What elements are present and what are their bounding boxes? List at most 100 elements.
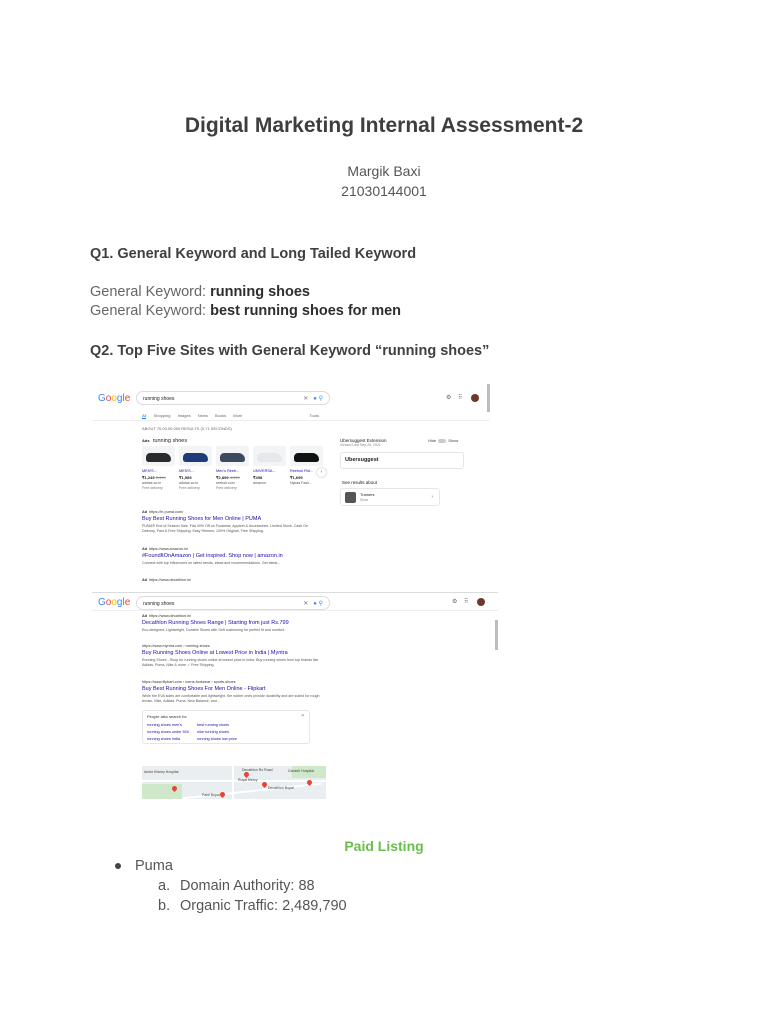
map-label: Paldi Bopal	[202, 793, 220, 797]
scrollbar[interactable]	[495, 620, 498, 650]
tab-tools[interactable]: Tools	[310, 413, 319, 418]
related-search-link[interactable]: running shoes under 500	[147, 730, 189, 734]
bullet-icon	[115, 863, 121, 869]
product-card[interactable]: MEN'S... ₹1,989 adidas.co.in Free delive…	[179, 446, 212, 490]
local-map[interactable]: Ambe Kidney Hospital Royal Mercy Decathl…	[142, 766, 326, 799]
shoe-image	[294, 453, 319, 462]
author-name: Margik Baxi	[347, 163, 421, 179]
general-keyword-value: running shoes	[210, 284, 310, 300]
result-description: Eco-designed, Lightweight, Durable Shoes…	[142, 628, 285, 632]
tab-books[interactable]: Books	[215, 413, 226, 418]
search-result[interactable]: Ad https://www.amazon.in/ #FoundItOnAmazo…	[142, 547, 322, 566]
mic-icon[interactable]: ●	[313, 601, 317, 607]
chevron-right-icon[interactable]: ›	[317, 468, 326, 477]
toggle-switch[interactable]	[438, 438, 447, 443]
top-border	[92, 592, 498, 593]
list-item: b. Organic Traffic: 2,489,790	[90, 896, 347, 916]
settings-icon[interactable]: ⚙	[452, 598, 457, 605]
tab-news[interactable]: News	[198, 413, 208, 418]
trainers-thumbnail	[345, 492, 356, 503]
long-keyword-label: General Keyword:	[90, 303, 207, 319]
shoe-image	[257, 453, 282, 462]
map-label: Royal Mercy	[238, 778, 258, 782]
search-icon[interactable]: ⚲	[319, 601, 323, 607]
google-logo: Google	[98, 597, 131, 608]
product-price: ₹1,249 2,499	[142, 475, 166, 480]
close-icon[interactable]: ✕	[301, 713, 305, 719]
result-title[interactable]: Buy Best Running Shoes for Men Online | …	[142, 516, 322, 522]
product-card[interactable]: Reebok Rid... ₹1,699 Nykaa Fash...	[290, 446, 323, 485]
related-search-link[interactable]: best running shoes	[197, 723, 229, 727]
product-delivery: Free delivery	[216, 486, 237, 490]
product-seller: adidas.co.in	[179, 481, 199, 485]
general-keyword-line: General Keyword: running shoes	[90, 284, 310, 300]
search-icon[interactable]: ⚲	[319, 396, 323, 402]
long-keyword-line: General Keyword: best running shoes for …	[90, 303, 401, 319]
related-search-link[interactable]: running shoes low price	[197, 737, 237, 741]
product-title: MEN'S...	[142, 469, 157, 473]
ads-title: running shoes	[152, 438, 188, 444]
card-name: Trainers	[360, 492, 375, 497]
people-also-search-box: People also search for ✕ running shoes m…	[142, 710, 310, 744]
product-delivery: Free delivery	[179, 486, 200, 490]
search-result[interactable]: https://www.myntra.com › running-shoes B…	[142, 644, 322, 668]
search-tabs: All Shopping Images News Books More Tool…	[142, 413, 325, 419]
list-item: a. Domain Authority: 88	[90, 876, 347, 896]
result-title[interactable]: Buy Running Shoes Online at Lowest Price…	[142, 650, 322, 656]
mic-icon[interactable]: ●	[313, 396, 317, 402]
related-search-link[interactable]: running shoes india	[147, 737, 180, 741]
clear-icon[interactable]: ✕	[303, 601, 308, 607]
result-title[interactable]: #FoundItOnAmazon | Get inspired. Shop no…	[142, 553, 322, 559]
scrollbar[interactable]	[487, 384, 490, 412]
product-title: Men's Reeb...	[216, 469, 240, 473]
product-seller: reebok.com	[216, 481, 235, 485]
search-result[interactable]: Ad https://www.decathlon.in/ Decathlon Ru…	[142, 614, 322, 633]
search-result[interactable]: Ad https://www.decathlon.in/	[142, 578, 191, 582]
product-card[interactable]: MEN'S... ₹1,249 2,499 adidas.co.in Free …	[142, 446, 175, 490]
product-card[interactable]: UNIVERSA... ₹498 amazon	[253, 446, 286, 485]
result-title[interactable]: Buy Best Running Shoes For Men Online - …	[142, 686, 322, 692]
clear-icon[interactable]: ✕	[303, 396, 308, 402]
search-result[interactable]: https://www.flipkart.com › mens-footwear…	[142, 680, 322, 704]
shoe-image	[146, 453, 171, 462]
apps-icon[interactable]: ⠿	[458, 394, 462, 401]
map-label: Ganesh Hospital	[288, 769, 314, 773]
tab-more[interactable]: More	[233, 413, 242, 418]
google-logo: Google	[98, 393, 131, 404]
serp-screenshot-2: Google running shoes ✕ ● ⚲ ⚙ ⠿ Ad https://…	[92, 592, 498, 802]
list-item: Puma	[90, 856, 347, 876]
chevron-right-icon: ›	[431, 494, 433, 500]
general-keyword-label: General Keyword:	[90, 284, 207, 300]
product-card[interactable]: Men's Reeb... ₹2,899 4,999 reebok.com Fr…	[216, 446, 249, 490]
author-block: Margik Baxi 21030144001	[0, 161, 768, 201]
tab-images[interactable]: Images	[178, 413, 191, 418]
q2-heading: Q2. Top Five Sites with General Keyword …	[90, 343, 490, 359]
tabs-divider	[92, 420, 490, 421]
result-title[interactable]: Decathlon Running Shoes Range | Starting…	[142, 620, 322, 626]
settings-icon[interactable]: ⚙	[446, 394, 451, 401]
search-bar[interactable]: running shoes ✕ ● ⚲	[136, 596, 330, 610]
apps-icon[interactable]: ⠿	[464, 598, 468, 605]
search-result[interactable]: Ad https://in.puma.com/ Buy Best Running …	[142, 510, 322, 534]
site-name: Puma	[135, 858, 173, 874]
knowledge-card[interactable]: Trainers Shoe ›	[340, 488, 440, 506]
side-panel-toggle[interactable]: Hide Show	[428, 438, 458, 443]
related-search-link[interactable]: running shoes men's	[147, 723, 182, 727]
product-price: ₹2,899 4,999	[216, 475, 240, 480]
map-label: Decathlon Ro Road	[242, 768, 273, 772]
related-search-link[interactable]: nike running shoes	[197, 730, 229, 734]
avatar[interactable]	[471, 394, 479, 402]
ubersuggest-box: Ubersuggest	[340, 452, 464, 469]
search-bar[interactable]: running shoes ✕ ● ⚲	[136, 391, 330, 405]
tab-shopping[interactable]: Shopping	[154, 413, 171, 418]
map-pin-icon[interactable]	[260, 780, 269, 789]
organic-traffic: Organic Traffic: 2,489,790	[180, 898, 347, 914]
map-label: Decathlon Bopal	[268, 786, 294, 790]
avatar[interactable]	[477, 598, 485, 606]
product-seller: Nykaa Fash...	[290, 481, 313, 485]
serp-screenshot-1: Google running shoes ✕ ● ⚲ ⚙ ⠿ All Shoppi…	[92, 384, 490, 587]
long-keyword-value: best running shoes for men	[210, 303, 402, 319]
tab-all[interactable]: All	[142, 413, 147, 419]
side-panel-subtitle: Viewed Last Sep 26, 2021	[340, 443, 381, 447]
map-pin-icon[interactable]	[242, 770, 251, 779]
